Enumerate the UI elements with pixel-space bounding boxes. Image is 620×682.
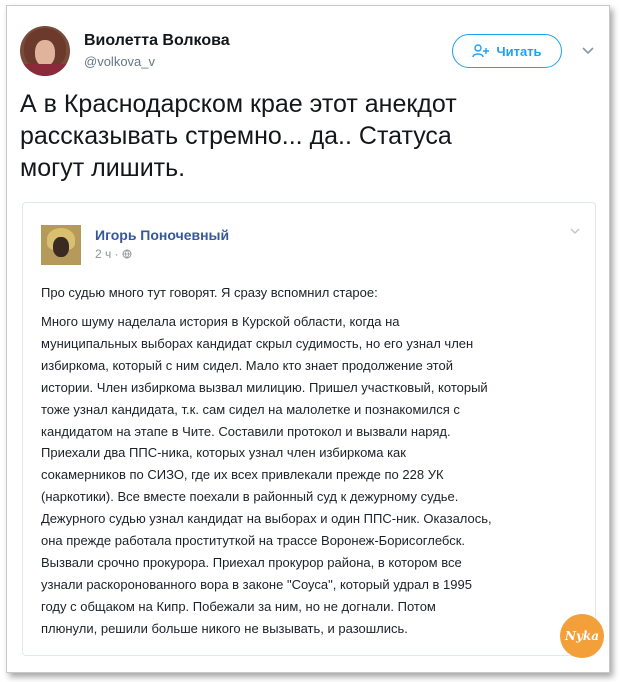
chevron-down-icon[interactable]	[569, 225, 581, 237]
post-body: Много шуму наделала история в Курской об…	[41, 314, 492, 636]
tweet-text: А в Краснодарском крае этот анекдот расс…	[20, 90, 457, 182]
author-handle[interactable]: @volkova_v	[84, 54, 155, 69]
post-intro: Про судью много тут говорят. Я сразу всп…	[41, 285, 378, 300]
post-author-name[interactable]: Игорь Поночевный	[95, 227, 229, 243]
chevron-down-icon[interactable]	[580, 42, 596, 58]
watermark-logo: Nyka	[560, 614, 604, 658]
add-user-icon	[472, 44, 490, 58]
embedded-facebook-post[interactable]: Игорь Поночевный 2 ч · Про судью много т…	[22, 202, 596, 656]
post-time-text: 2 ч ·	[95, 247, 119, 261]
author-name[interactable]: Виолетта Волкова	[84, 32, 230, 50]
globe-icon	[122, 249, 132, 259]
post-time: 2 ч ·	[95, 247, 132, 261]
follow-button[interactable]: Читать	[452, 34, 562, 68]
follow-label: Читать	[496, 43, 542, 59]
avatar[interactable]	[20, 26, 70, 76]
post-author-avatar[interactable]	[41, 225, 81, 265]
